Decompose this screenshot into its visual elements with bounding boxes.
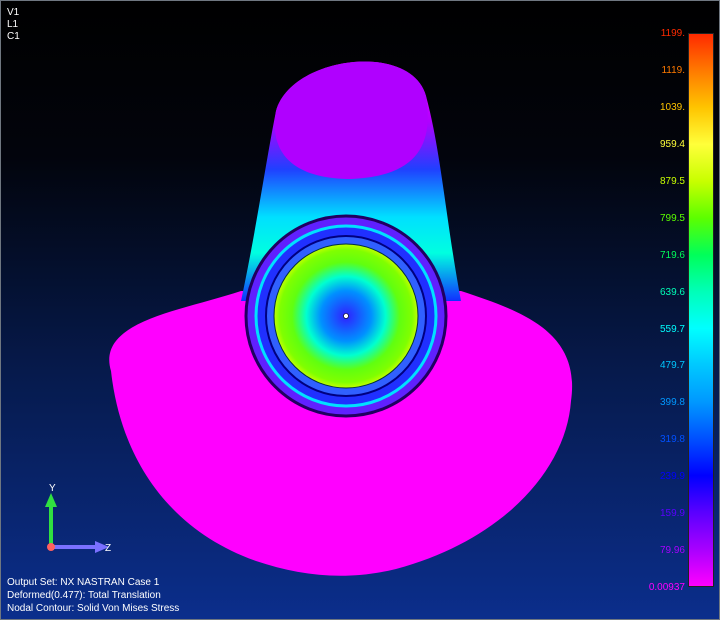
legend-value: 239.9 <box>659 471 685 483</box>
upper-cap <box>274 61 428 180</box>
legend-value: 639.6 <box>659 286 685 298</box>
legend-value: 0.00937 <box>648 582 685 593</box>
legend-value: 799.5 <box>659 212 685 224</box>
legend-value: 559.7 <box>659 323 685 335</box>
legend-value: 1039. <box>659 101 685 113</box>
legend-value: 1199. <box>660 28 685 39</box>
status-deformed: Deformed(0.477): Total Translation <box>7 590 161 601</box>
legend-value: 1119. <box>661 64 685 76</box>
legend-value: 79.96 <box>659 545 685 557</box>
graphics-viewport[interactable]: V1 L1 C1 1199. 1119. 1039. 959.4 879.5 7… <box>0 0 720 620</box>
z-axis-label: Z <box>105 543 112 554</box>
center-node <box>343 313 349 319</box>
y-axis-label: Y <box>49 483 56 494</box>
legend-value: 879.5 <box>659 175 685 187</box>
legend-value: 479.7 <box>659 360 685 372</box>
legend-value: 719.6 <box>659 249 685 261</box>
legend-value: 159.9 <box>659 508 685 520</box>
status-output-set: Output Set: NX NASTRAN Case 1 <box>7 577 160 588</box>
legend-value: 399.8 <box>659 397 685 409</box>
legend-color-bar <box>688 33 714 587</box>
legend-value: 319.8 <box>659 434 685 446</box>
legend-value: 959.4 <box>659 138 685 150</box>
coordinate-triad: Y Z <box>41 483 121 563</box>
status-contour: Nodal Contour: Solid Von Mises Stress <box>7 603 180 614</box>
